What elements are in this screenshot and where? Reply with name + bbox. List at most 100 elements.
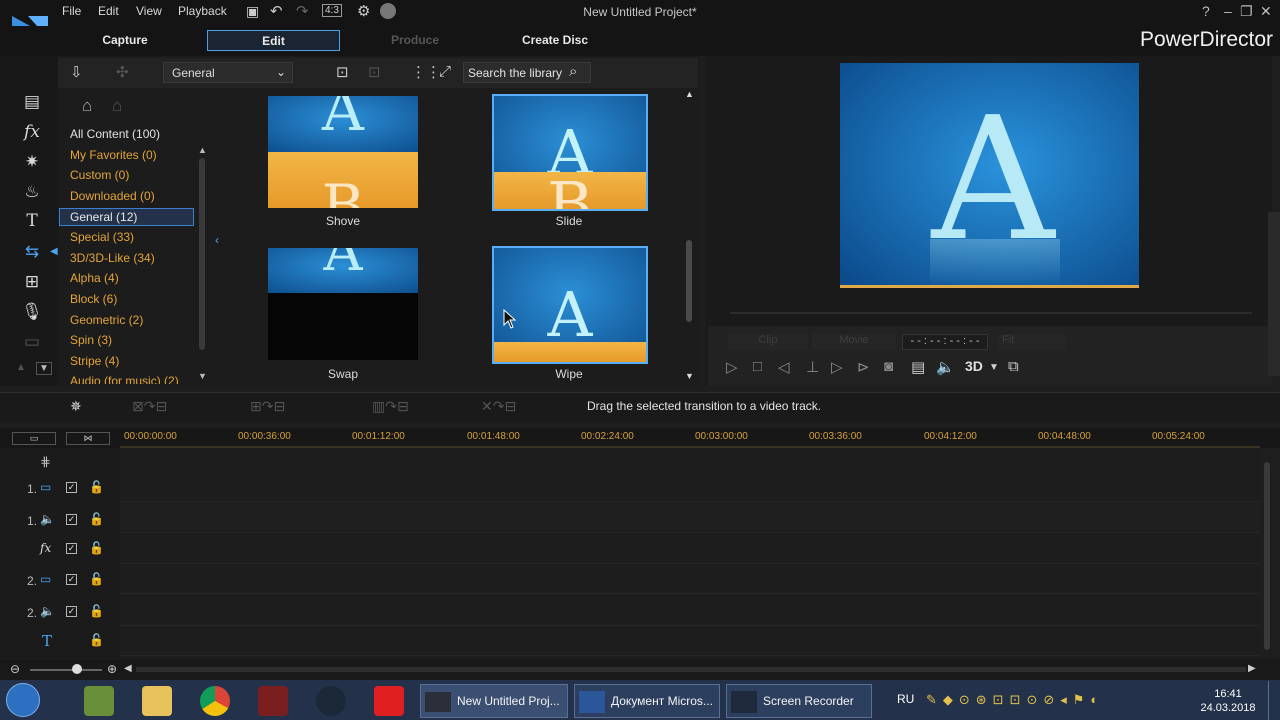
zoom-out-icon[interactable]: ⊖ (10, 662, 20, 676)
restore-icon[interactable]: ❐ (1240, 3, 1253, 20)
menu-playback[interactable]: Playback (178, 4, 227, 18)
zoom-slider-thumb[interactable] (72, 664, 82, 674)
3d-toggle[interactable]: 3D (965, 358, 983, 374)
track-enable-checkbox[interactable]: ✓ (66, 514, 77, 525)
lock-icon[interactable]: 🔓 (89, 480, 104, 494)
track-manager-icon[interactable]: ⋕ (40, 454, 51, 470)
import-icon[interactable]: ⇩ (70, 63, 83, 81)
language-indicator[interactable]: RU (897, 692, 914, 706)
title-track[interactable] (120, 626, 1260, 656)
storyboard-view-icon[interactable]: ⋈ (66, 432, 110, 445)
play-icon[interactable]: ▷ (726, 358, 738, 376)
tab-create-disc[interactable]: Create Disc (500, 30, 610, 51)
timeline-vscroll[interactable] (1264, 462, 1270, 650)
preview-side-handle[interactable] (1268, 212, 1280, 376)
volume-icon[interactable]: 🔈 (936, 358, 955, 376)
stop-icon[interactable]: □ (753, 358, 762, 375)
category-3d[interactable]: 3D/3D-Like (34) (70, 251, 155, 265)
subtitle-icon[interactable]: ▤ (911, 358, 925, 376)
category-audio[interactable]: Audio (for music) (2) (70, 374, 179, 384)
transition-thumb-wipe[interactable]: A (492, 246, 648, 364)
chapter-room-icon[interactable]: ▭ (20, 332, 44, 354)
track-enable-checkbox[interactable]: ✓ (66, 574, 77, 585)
undo-icon[interactable]: ↶ (270, 2, 283, 20)
taskbar-app-powerdirector[interactable]: New Untitled Proj... (420, 684, 568, 718)
save-icon[interactable]: ▣ (246, 3, 259, 20)
category-custom[interactable]: Custom (0) (70, 168, 129, 182)
video-track-1[interactable] (120, 472, 1260, 502)
start-button-icon[interactable] (6, 683, 40, 717)
magic-tools-icon[interactable]: ✵ (70, 398, 82, 415)
remove-tag-icon[interactable]: ⌂ (112, 96, 122, 116)
transition-thumb-shove[interactable]: A B (268, 96, 418, 208)
minecraft-icon[interactable] (84, 686, 114, 716)
minimize-icon[interactable]: – (1224, 3, 1232, 19)
trim-icon[interactable]: ⊠↷⊟ (132, 398, 167, 415)
lock-icon[interactable]: 🔓 (89, 541, 104, 555)
aspect-ratio-icon[interactable]: 4:3 (322, 4, 342, 17)
fix-enhance-icon[interactable]: ⊞↷⊟ (250, 398, 285, 415)
library-scroll-down-icon[interactable]: ▼ (685, 371, 694, 381)
video-track-2[interactable] (120, 564, 1260, 594)
fast-forward-icon[interactable]: ⊳ (857, 358, 870, 376)
audio-track-2[interactable] (120, 596, 1260, 626)
lock-icon[interactable]: 🔓 (89, 633, 104, 647)
undock-icon[interactable]: ⧉ (1008, 358, 1019, 375)
show-desktop-button[interactable] (1268, 681, 1280, 720)
3d-dropdown-icon[interactable]: ▼ (989, 362, 999, 373)
movie-mode-toggle[interactable]: Movie (812, 334, 896, 350)
hscroll-right-icon[interactable]: ▶ (1248, 663, 1256, 674)
zoom-in-icon[interactable]: ⊕ (107, 662, 117, 676)
tab-edit[interactable]: Edit (207, 30, 340, 51)
category-stripe[interactable]: Stripe (4) (70, 354, 119, 368)
hscroll-left-icon[interactable]: ◀ (124, 663, 132, 674)
transition-thumb-swap[interactable]: A (268, 248, 418, 360)
redo-icon[interactable]: ↷ (296, 2, 309, 20)
transition-room-icon[interactable]: ⇆ (20, 242, 44, 264)
voice-over-room-icon[interactable]: 🎙 (20, 302, 44, 324)
category-general[interactable]: General (12) (70, 210, 137, 224)
rail-up-icon[interactable]: ▲ (16, 362, 26, 373)
category-my-favorites[interactable]: My Favorites (0) (70, 148, 157, 162)
remove-icon[interactable]: ⊡ (368, 63, 381, 81)
menu-edit[interactable]: Edit (98, 4, 119, 18)
library-scrollbar[interactable] (686, 240, 692, 322)
tray-icons[interactable]: ✎◆⊙⊛⊡⊡⊙⊘◂⚑◐ (926, 692, 1104, 708)
roblox-icon[interactable] (374, 686, 404, 716)
split-icon[interactable]: ⊥ (806, 358, 819, 376)
add-to-timeline-icon[interactable]: ⊡ (336, 63, 349, 81)
expand-icon[interactable]: ⤢ (439, 63, 451, 80)
audio-mixing-room-icon[interactable]: ⊞ (20, 272, 44, 294)
tab-produce[interactable]: Produce (360, 30, 470, 51)
previous-frame-icon[interactable]: ◁ (778, 358, 790, 376)
grid-view-icon[interactable]: ⋮⋮ (411, 63, 441, 81)
tab-capture[interactable]: Capture (70, 30, 180, 51)
timeline-view-icon[interactable]: ▭ (12, 432, 56, 445)
timecode-display[interactable]: - - : - - : - - : - - (902, 334, 988, 350)
clip-mode-toggle[interactable]: Clip (728, 334, 808, 350)
category-downloaded[interactable]: Downloaded (0) (70, 189, 155, 203)
category-all-content[interactable]: All Content (100) (70, 127, 160, 141)
timeline-hscroll[interactable] (136, 667, 1246, 672)
category-alpha[interactable]: Alpha (4) (70, 271, 119, 285)
close-icon[interactable]: ✕ (1260, 3, 1272, 20)
steam-icon[interactable] (316, 686, 346, 716)
pip-room-icon[interactable]: ✷ (20, 152, 44, 174)
category-special[interactable]: Special (33) (70, 230, 134, 244)
category-spin[interactable]: Spin (3) (70, 333, 112, 347)
category-dropdown[interactable]: General ⌄ (163, 62, 293, 83)
lock-icon[interactable]: 🔓 (89, 604, 104, 618)
search-icon[interactable]: ⌕ (569, 63, 577, 80)
media-room-icon[interactable]: ▤ (20, 92, 44, 114)
track-enable-checkbox[interactable]: ✓ (66, 543, 77, 554)
particle-room-icon[interactable]: ♨ (20, 182, 44, 204)
transition-thumb-slide[interactable]: A B (492, 94, 648, 211)
menu-view[interactable]: View (136, 4, 162, 18)
keyframe-icon[interactable]: ▥↷⊟ (372, 398, 409, 415)
file-explorer-icon[interactable] (142, 686, 172, 716)
fx-track[interactable] (120, 534, 1260, 564)
snapshot-icon[interactable]: ◙ (884, 358, 893, 375)
help-icon[interactable]: ? (1202, 3, 1210, 19)
produce-range-icon[interactable]: ✕↷⊟ (481, 398, 516, 415)
title-room-icon[interactable]: T (20, 211, 44, 233)
